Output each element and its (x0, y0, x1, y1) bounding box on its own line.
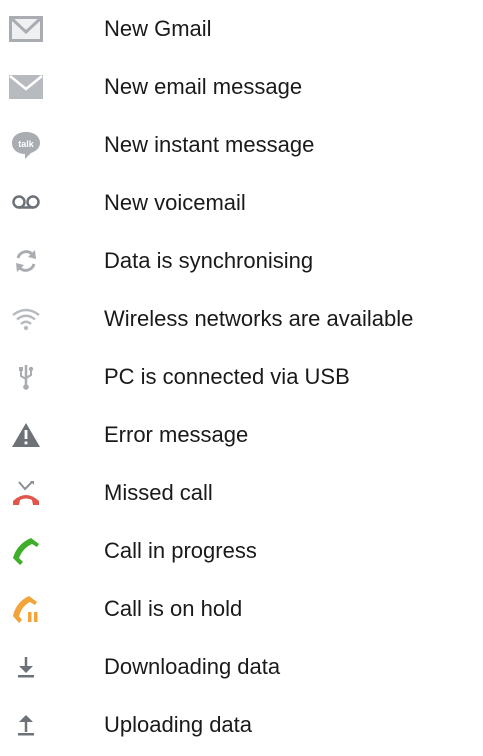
notification-icon-list: New Gmail New email message talk New ins… (0, 2, 483, 756)
list-item: Wireless networks are available (0, 292, 483, 350)
list-item: talk New instant message (0, 118, 483, 176)
list-item: PC is connected via USB (0, 350, 483, 408)
item-label: New voicemail (104, 190, 246, 215)
item-label: PC is connected via USB (104, 364, 350, 389)
svg-text:talk: talk (18, 139, 35, 149)
list-item: Data is synchronising (0, 234, 483, 292)
item-label: Downloading data (104, 654, 281, 679)
wifi-icon (8, 292, 44, 346)
list-item: Error message (0, 408, 483, 466)
sync-icon (8, 234, 44, 288)
item-label: Call in progress (104, 538, 257, 563)
call-in-progress-icon (8, 524, 44, 578)
list-item: Missed call (0, 466, 483, 524)
list-item: New email message (0, 60, 483, 118)
upload-icon (8, 698, 44, 752)
email-icon (8, 60, 44, 114)
item-label: Wireless networks are available (104, 306, 414, 331)
item-label: Call is on hold (104, 596, 243, 621)
talk-icon: talk (8, 118, 44, 172)
item-label: New instant message (104, 132, 315, 157)
list-item: New Gmail (0, 2, 483, 60)
voicemail-icon (8, 176, 44, 230)
item-label: Uploading data (104, 712, 253, 737)
list-item: Call in progress (0, 524, 483, 582)
warning-icon (8, 408, 44, 462)
gmail-icon (8, 2, 44, 56)
usb-icon (8, 350, 44, 404)
list-item: Uploading data (0, 698, 483, 756)
download-icon (8, 640, 44, 694)
list-item: New voicemail (0, 176, 483, 234)
call-on-hold-icon (8, 582, 44, 636)
item-label: Data is synchronising (104, 248, 314, 273)
missed-call-icon (8, 466, 44, 520)
item-label: Error message (104, 422, 249, 447)
list-item: Call is on hold (0, 582, 483, 640)
list-item: Downloading data (0, 640, 483, 698)
item-label: New email message (104, 74, 303, 99)
item-label: Missed call (104, 480, 213, 505)
item-label: New Gmail (104, 16, 212, 41)
